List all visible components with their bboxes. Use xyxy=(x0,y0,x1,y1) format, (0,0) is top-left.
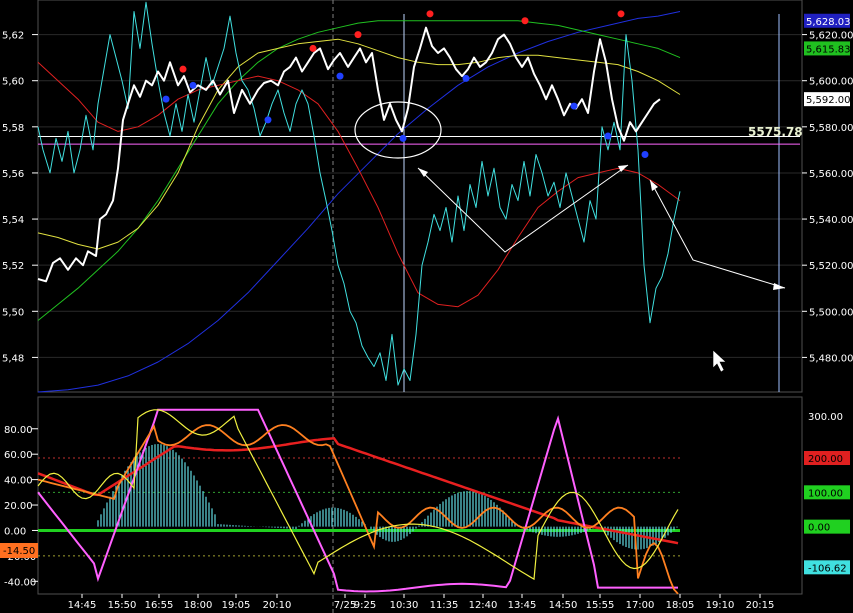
oscillator-y-tick: 80.00 xyxy=(4,425,33,436)
x-tick-label: 12:40 xyxy=(469,600,498,611)
marker-red xyxy=(426,10,434,18)
x-tick-label: 15:55 xyxy=(586,600,615,611)
price-y-tick-left: 5,60 xyxy=(2,77,24,88)
x-tick-label: 18:05 xyxy=(666,600,695,611)
price-y-tick-left: 5,54 xyxy=(2,215,24,226)
price-y-tick-right: 5,580.00 xyxy=(809,123,853,134)
oscillator-right-tag: 100.00 xyxy=(804,485,850,500)
marker-blue xyxy=(189,81,197,89)
marker-red xyxy=(309,44,317,52)
oscillator-y-tick: 60.00 xyxy=(4,450,33,461)
x-tick-label: 15:50 xyxy=(108,600,137,611)
marker-red xyxy=(617,10,625,18)
price-y-tick-right: 5,560.00 xyxy=(809,169,853,180)
x-tick-label: 19:05 xyxy=(222,600,251,611)
x-tick-label: 19:10 xyxy=(706,600,735,611)
left-tag-text: -14.50 xyxy=(3,546,35,557)
x-tick-label: 14:50 xyxy=(549,600,578,611)
x-tick-label: 17:00 xyxy=(626,600,655,611)
oscillator-right-tag: -106.62 xyxy=(804,560,850,575)
price-y-tick-right: 5,540.00 xyxy=(809,215,853,226)
marker-red xyxy=(179,65,187,73)
price-y-tick-right: 5,480.00 xyxy=(809,353,853,364)
marker-blue xyxy=(641,150,649,158)
price-right-tag: 5,628.03 xyxy=(804,13,851,28)
x-tick-label: 14:45 xyxy=(68,600,97,611)
x-tick-label: 13:45 xyxy=(508,600,537,611)
oscillator-left-tag: -14.50 xyxy=(0,543,38,558)
marker-blue xyxy=(399,134,407,142)
marker-blue xyxy=(162,95,170,103)
tag-text: 5,628.03 xyxy=(806,17,851,28)
tag-text: 5,615.83 xyxy=(806,44,851,55)
x-tick-label: 16:55 xyxy=(145,600,174,611)
marker-blue xyxy=(570,102,578,110)
x-tick-label: 11:35 xyxy=(430,600,459,611)
price-y-tick-left: 5,56 xyxy=(2,169,24,180)
price-y-tick-left: 5,48 xyxy=(2,353,24,364)
x-tick-label: 20:15 xyxy=(746,600,775,611)
oscillator-right-tag: 200.00 xyxy=(804,451,850,466)
marker-red xyxy=(354,31,362,39)
price-y-tick-left: 5,58 xyxy=(2,123,24,134)
marker-blue xyxy=(264,116,272,124)
price-right-tag: 5,615.83 xyxy=(804,41,851,56)
tag-text: 0.00 xyxy=(808,523,830,534)
tag-text: 5,592.00 xyxy=(806,95,851,106)
price-y-tick-left: 5,52 xyxy=(2,261,24,272)
price-right-tag: 5,592.00 xyxy=(804,92,851,107)
tag-text: 100.00 xyxy=(808,488,843,499)
oscillator-right-tag: 0.00 xyxy=(804,519,850,534)
chart-canvas[interactable]: 5,62 5,60 5,58 5,56 5,54 5,52 5,50 5,48 5,620.0… xyxy=(0,0,853,613)
oscillator-right-scale-tick: 300.00 xyxy=(808,412,843,423)
price-y-tick-right: 5,520.00 xyxy=(809,261,853,272)
marker-blue xyxy=(604,132,612,140)
price-y-tick-right: 5,620.00 xyxy=(809,31,853,42)
marker-blue xyxy=(462,74,470,82)
price-y-tick-right: 5,500.00 xyxy=(809,307,853,318)
oscillator-y-tick: 0.00 xyxy=(4,526,26,537)
price-y-tick-right: 5,600.00 xyxy=(809,77,853,88)
oscillator-y-tick: -40.00 xyxy=(4,577,36,588)
oscillator-y-tick: 40.00 xyxy=(4,476,33,487)
oscillator-y-tick: 20.00 xyxy=(4,501,33,512)
tag-text: 200.00 xyxy=(808,454,843,465)
tag-text: -106.62 xyxy=(808,563,847,574)
x-tick-label: 10:30 xyxy=(390,600,419,611)
price-level-label: 5575.78 xyxy=(748,125,803,139)
x-tick-label: 9:25 xyxy=(354,600,376,611)
marker-red xyxy=(521,17,529,25)
x-tick-label: 20:10 xyxy=(263,600,292,611)
price-y-tick-left: 5,62 xyxy=(2,31,24,42)
x-tick-label: 18:00 xyxy=(184,600,213,611)
price-y-tick-left: 5,50 xyxy=(2,307,24,318)
marker-blue xyxy=(336,72,344,80)
